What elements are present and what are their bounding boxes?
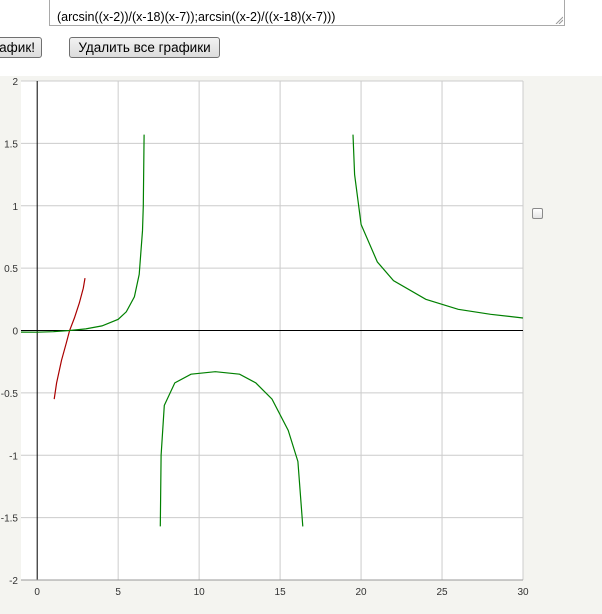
y-tick-label: 1 <box>12 202 18 213</box>
x-tick-label: 30 <box>517 587 529 598</box>
x-tick-label: 15 <box>275 587 287 598</box>
y-tick-label: 0 <box>12 327 18 338</box>
y-tick-label: -1 <box>9 451 18 462</box>
resize-grip-icon[interactable] <box>555 16 563 24</box>
x-tick-label: 10 <box>194 587 206 598</box>
y-tick-label: -0.5 <box>1 389 19 400</box>
y-tick-label: -1.5 <box>1 514 19 525</box>
chart-area: 0 5 10 15 20 25 30 2 1.5 1 0.5 0 -0.5 -1 -1.5 -2 <box>0 76 602 609</box>
x-tick-label: 20 <box>356 587 368 598</box>
x-tick-label: 5 <box>115 587 121 598</box>
x-tick-label: 25 <box>436 587 448 598</box>
y-tick-label: 0.5 <box>4 264 18 275</box>
function-plot: 0 5 10 15 20 25 30 2 1.5 1 0.5 0 -0.5 -1 -1.5 -2 <box>1 77 529 598</box>
series-visibility-checkbox[interactable] <box>532 208 543 219</box>
plot-button[interactable]: афик! <box>0 37 42 58</box>
formula-text: (arcsin((x-2))/(x-18)(x-7));arcsin((x-2)… <box>57 10 336 24</box>
y-tick-label: -2 <box>9 576 18 587</box>
formula-input[interactable]: (arcsin((x-2))/(x-18)(x-7));arcsin((x-2)… <box>49 0 565 26</box>
delete-all-graphs-button[interactable]: Удалить все графики <box>69 37 220 58</box>
x-tick-label: 0 <box>34 587 40 598</box>
y-tick-label: 1.5 <box>4 139 18 150</box>
y-tick-label: 2 <box>12 77 18 88</box>
